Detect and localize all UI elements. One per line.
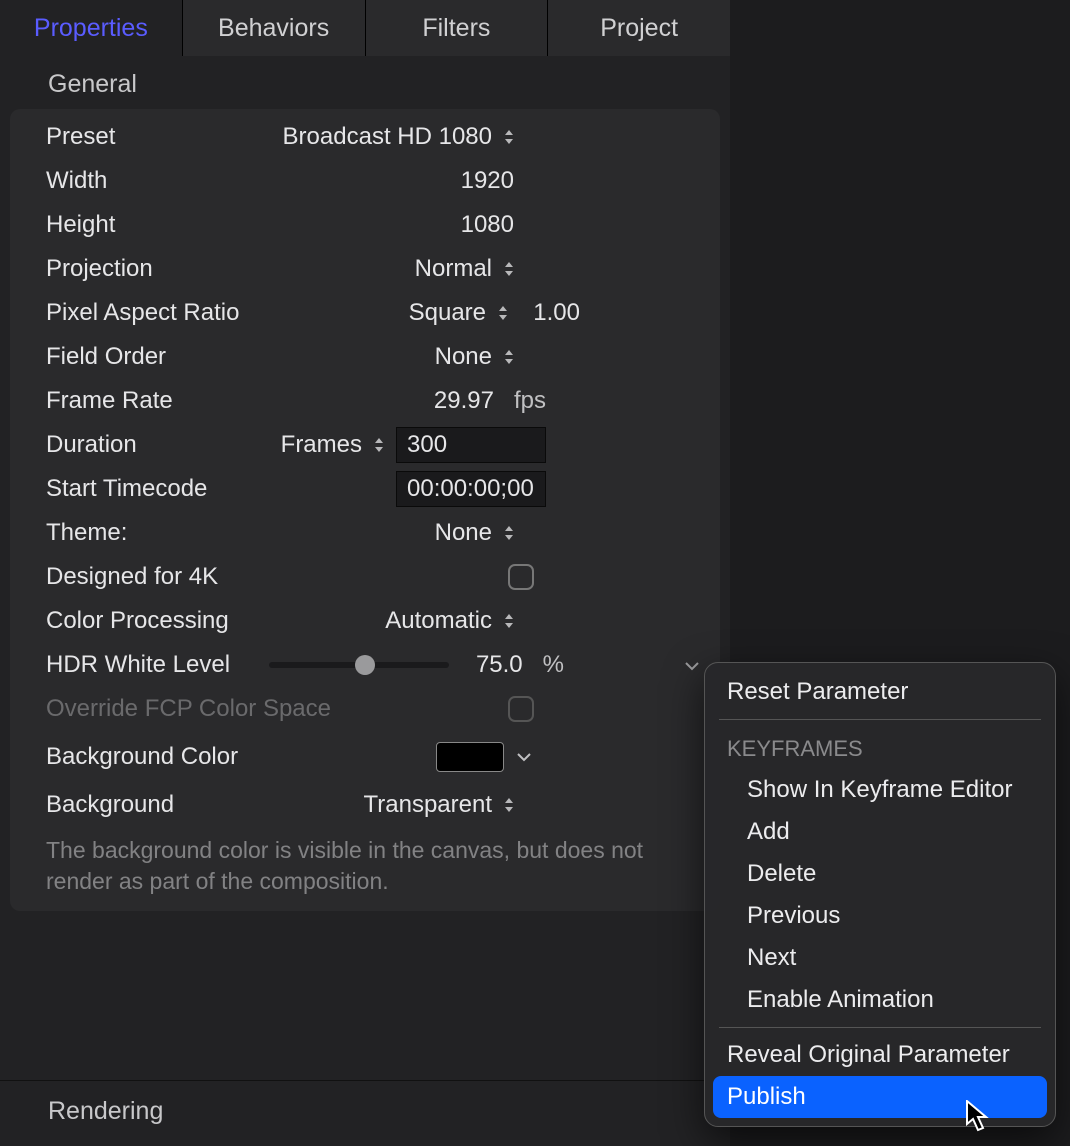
label-override-fcp: Override FCP Color Space — [46, 695, 331, 723]
row-designed-4k: Designed for 4K — [10, 555, 720, 599]
hdr-white-unit: % — [543, 651, 564, 679]
chevron-down-icon[interactable] — [512, 747, 536, 768]
row-background-color: Background Color — [10, 731, 720, 783]
menu-reset-parameter[interactable]: Reset Parameter — [713, 671, 1047, 713]
stepper-icon[interactable] — [494, 304, 512, 322]
chevron-down-icon[interactable] — [680, 651, 704, 679]
background-value[interactable]: Transparent — [363, 791, 492, 819]
row-pixel-aspect-ratio: Pixel Aspect Ratio Square 1.00 — [10, 291, 720, 335]
frame-rate-unit: fps — [514, 387, 546, 415]
section-header-general: General — [0, 56, 730, 109]
stepper-icon[interactable] — [500, 796, 518, 814]
preset-value[interactable]: Broadcast HD 1080 — [283, 123, 492, 151]
general-group: Preset Broadcast HD 1080 Width 1920 Heig… — [10, 109, 720, 911]
label-color-processing: Color Processing — [46, 607, 229, 635]
menu-delete[interactable]: Delete — [713, 853, 1047, 895]
field-order-value[interactable]: None — [435, 343, 492, 371]
menu-publish[interactable]: Publish — [713, 1076, 1047, 1118]
menu-enable-animation[interactable]: Enable Animation — [713, 979, 1047, 1021]
tab-filters[interactable]: Filters — [366, 0, 549, 56]
menu-next[interactable]: Next — [713, 937, 1047, 979]
slider-thumb[interactable] — [355, 655, 375, 675]
theme-value[interactable]: None — [435, 519, 492, 547]
menu-add[interactable]: Add — [713, 811, 1047, 853]
row-hdr-white-level: HDR White Level 75.0 % — [10, 643, 720, 687]
label-start-timecode: Start Timecode — [46, 475, 207, 503]
par-ratio[interactable]: 1.00 — [520, 299, 584, 327]
designed-4k-checkbox[interactable] — [508, 564, 534, 590]
label-background: Background — [46, 791, 174, 819]
row-projection: Projection Normal — [10, 247, 720, 291]
par-value[interactable]: Square — [409, 299, 486, 327]
stepper-icon[interactable] — [500, 128, 518, 146]
hdr-white-value[interactable]: 75.0 — [467, 651, 527, 679]
height-value[interactable]: 1080 — [428, 211, 518, 239]
label-preset: Preset — [46, 123, 115, 151]
stepper-icon[interactable] — [500, 260, 518, 278]
row-theme: Theme: None — [10, 511, 720, 555]
duration-unit-select[interactable]: Frames — [281, 431, 362, 459]
stepper-icon[interactable] — [370, 436, 388, 454]
label-width: Width — [46, 167, 107, 195]
color-processing-value[interactable]: Automatic — [385, 607, 492, 635]
label-theme: Theme: — [46, 519, 127, 547]
section-header-rendering[interactable]: Rendering — [0, 1080, 730, 1146]
menu-reveal-original-parameter[interactable]: Reveal Original Parameter — [713, 1034, 1047, 1076]
label-par: Pixel Aspect Ratio — [46, 299, 239, 327]
row-start-timecode: Start Timecode — [10, 467, 720, 511]
row-override-fcp-color-space: Override FCP Color Space — [10, 687, 720, 731]
label-hdr-white: HDR White Level — [46, 651, 230, 679]
row-background: Background Transparent — [10, 783, 720, 827]
width-value[interactable]: 1920 — [428, 167, 518, 195]
row-duration: Duration Frames — [10, 423, 720, 467]
label-height: Height — [46, 211, 115, 239]
label-duration: Duration — [46, 431, 137, 459]
background-color-well[interactable] — [436, 742, 504, 772]
parameter-context-menu: Reset Parameter KEYFRAMES Show In Keyfra… — [704, 662, 1056, 1127]
inspector-tabs: Properties Behaviors Filters Project — [0, 0, 730, 56]
start-timecode-input[interactable] — [396, 471, 546, 507]
row-frame-rate: Frame Rate 29.97 fps — [10, 379, 720, 423]
background-help-text: The background color is visible in the c… — [10, 827, 720, 897]
stepper-icon[interactable] — [500, 524, 518, 542]
menu-separator — [719, 1027, 1041, 1028]
frame-rate-value[interactable]: 29.97 — [428, 387, 498, 415]
label-designed-4k: Designed for 4K — [46, 563, 218, 591]
row-field-order: Field Order None — [10, 335, 720, 379]
row-preset: Preset Broadcast HD 1080 — [10, 115, 720, 159]
menu-separator — [719, 719, 1041, 720]
projection-value[interactable]: Normal — [415, 255, 492, 283]
stepper-icon[interactable] — [500, 612, 518, 630]
tab-behaviors[interactable]: Behaviors — [183, 0, 366, 56]
menu-show-in-keyframe-editor[interactable]: Show In Keyframe Editor — [713, 769, 1047, 811]
tab-project[interactable]: Project — [548, 0, 730, 56]
duration-input[interactable] — [396, 427, 546, 463]
row-width: Width 1920 — [10, 159, 720, 203]
tab-properties[interactable]: Properties — [0, 0, 183, 56]
label-frame-rate: Frame Rate — [46, 387, 173, 415]
menu-header-keyframes: KEYFRAMES — [713, 726, 1047, 769]
menu-previous[interactable]: Previous — [713, 895, 1047, 937]
row-color-processing: Color Processing Automatic — [10, 599, 720, 643]
label-field-order: Field Order — [46, 343, 166, 371]
row-height: Height 1080 — [10, 203, 720, 247]
override-fcp-checkbox — [508, 696, 534, 722]
inspector-panel: Properties Behaviors Filters Project Gen… — [0, 0, 730, 1146]
label-projection: Projection — [46, 255, 153, 283]
stepper-icon[interactable] — [500, 348, 518, 366]
label-bg-color: Background Color — [46, 743, 238, 771]
hdr-white-slider[interactable] — [269, 662, 449, 668]
